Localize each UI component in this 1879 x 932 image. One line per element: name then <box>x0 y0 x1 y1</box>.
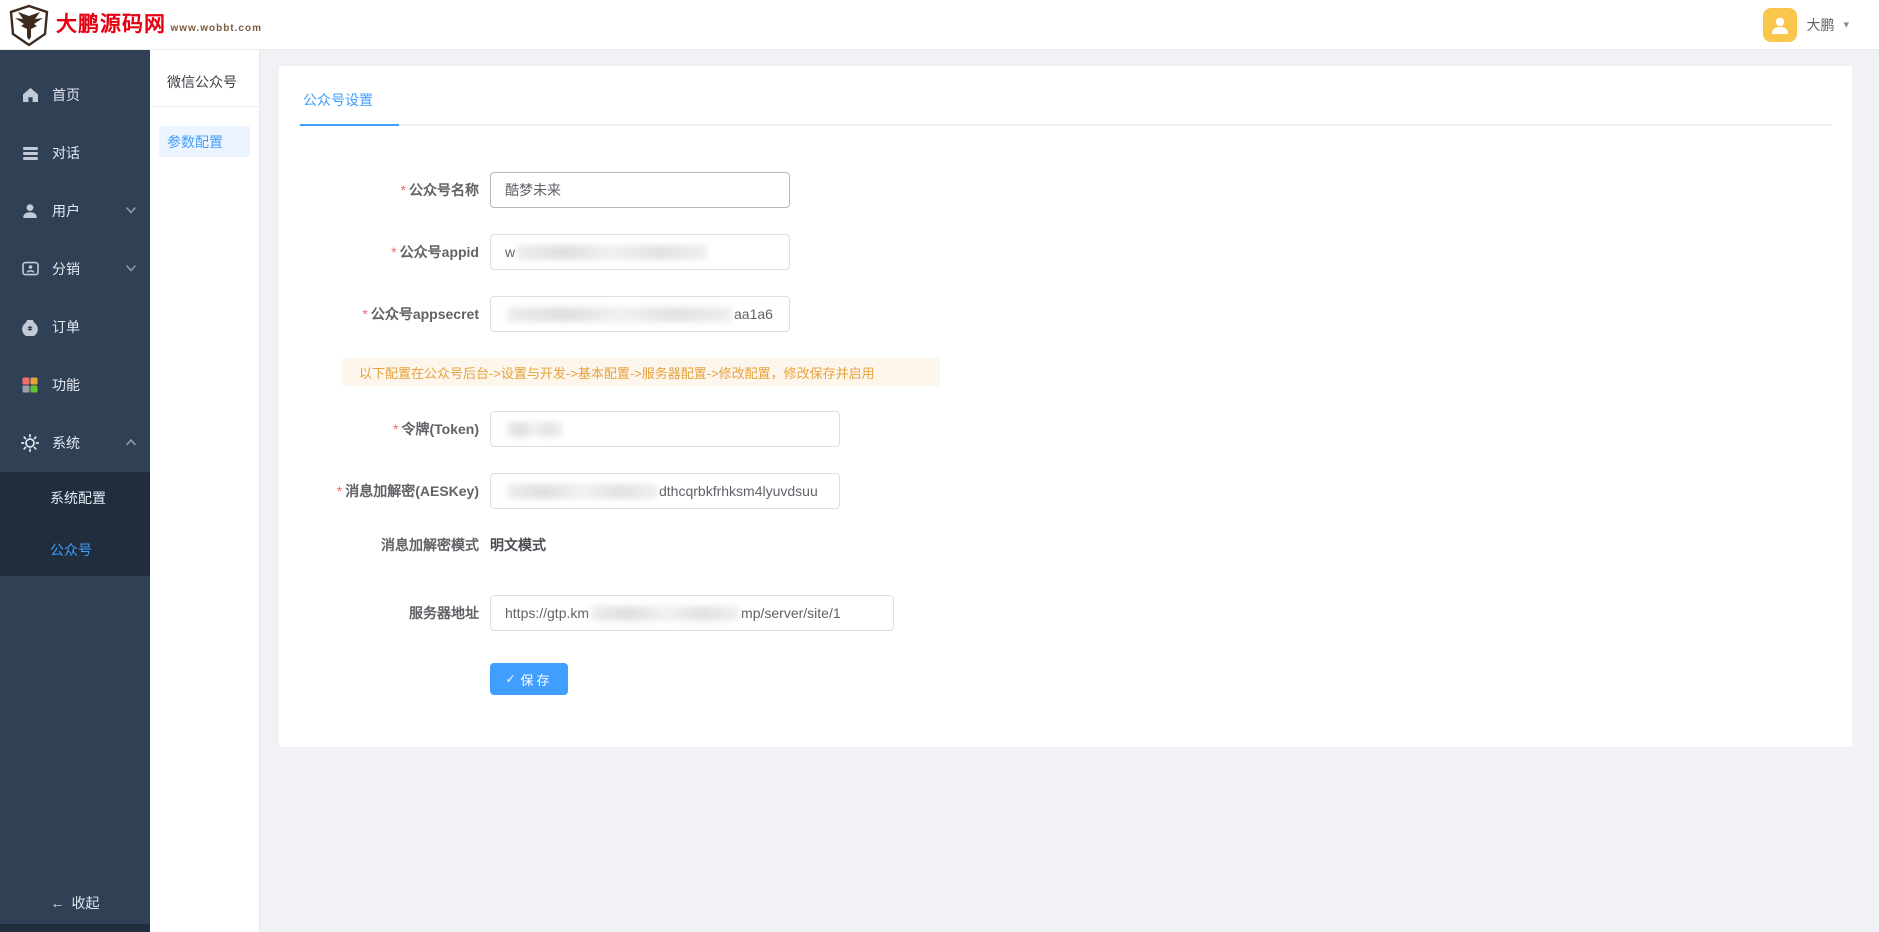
sidebar-item-users[interactable]: 用户 <box>0 182 150 240</box>
redacted-value <box>507 307 732 322</box>
redacted-value <box>517 245 707 260</box>
required-marker: * <box>393 421 398 437</box>
secondary-sidebar: 微信公众号 参数配置 <box>150 50 260 932</box>
settings-card: 公众号设置 *公众号名称 酷梦未来 *公众号appid w <box>279 66 1852 747</box>
sidebar-item-system-config[interactable]: 系统配置 <box>0 472 150 524</box>
required-marker: * <box>337 483 342 499</box>
server-url-input[interactable]: https://gtp.km mp/server/site/1 <box>490 595 894 631</box>
sidebar-item-orders[interactable]: 订单 <box>0 298 150 356</box>
logo[interactable]: 大鹏源码网 www.wobbt.com <box>8 4 262 46</box>
token-input[interactable] <box>490 411 840 447</box>
logo-title: 大鹏源码网 <box>56 13 166 36</box>
input-value: w <box>505 244 515 260</box>
form-row: 服务器地址 https://gtp.km mp/server/site/1 <box>299 595 1832 631</box>
field-label: *公众号名称 <box>299 180 490 200</box>
sidebar-item-system[interactable]: 系统 <box>0 414 150 472</box>
sidebar-item-label: 首页 <box>52 85 136 105</box>
encrypt-mode-value: 明文模式 <box>490 535 546 555</box>
form-actions: ✓ 保存 <box>490 657 1832 695</box>
sidebar-item-home[interactable]: 首页 <box>0 66 150 124</box>
sidebar-item-label: 系统 <box>52 433 126 453</box>
field-label: *令牌(Token) <box>299 419 490 439</box>
save-button[interactable]: ✓ 保存 <box>490 663 568 695</box>
home-icon <box>21 86 39 104</box>
tab-official-account-settings[interactable]: 公众号设置 <box>300 90 399 126</box>
chevron-down-icon: ▾ <box>1843 18 1849 31</box>
account-name-input[interactable]: 酷梦未来 <box>490 172 790 208</box>
aeskey-input[interactable]: dthcqrbkfrhksm4lyuvdsuu <box>490 473 840 509</box>
arrow-left-icon: ← <box>51 895 65 911</box>
gear-icon <box>21 434 39 452</box>
chevron-down-icon <box>126 207 136 215</box>
feature-grid-icon <box>21 376 39 394</box>
redacted-value <box>591 606 739 621</box>
sidebar-item-label: 订单 <box>52 317 136 337</box>
chevron-down-icon <box>126 265 136 273</box>
sidebar-collapse-button[interactable]: ← 收起 <box>0 882 150 924</box>
form-row: *公众号名称 酷梦未来 <box>299 172 1832 208</box>
appsecret-input[interactable]: aa1a6 <box>490 296 790 332</box>
required-marker: * <box>401 182 406 198</box>
chevron-up-icon <box>126 439 136 447</box>
divider <box>150 106 259 107</box>
appid-input[interactable]: w <box>490 234 790 270</box>
settings-form: *公众号名称 酷梦未来 *公众号appid w <box>299 126 1832 695</box>
redacted-value <box>507 484 657 499</box>
field-label: 消息加解密模式 <box>299 535 490 555</box>
user-icon <box>21 202 39 220</box>
sidebar-item-official-account[interactable]: 公众号 <box>0 524 150 576</box>
input-value: https://gtp.km <box>505 605 589 621</box>
form-row: *令牌(Token) <box>299 411 1832 447</box>
check-icon: ✓ <box>505 672 515 686</box>
user-name: 大鹏 <box>1806 15 1834 35</box>
tab-bar: 公众号设置 <box>299 90 1832 126</box>
input-value: dthcqrbkfrhksm4lyuvdsuu <box>659 483 818 499</box>
input-value: 酷梦未来 <box>505 180 561 200</box>
form-row: *公众号appsecret aa1a6 <box>299 296 1832 332</box>
system-submenu: 系统配置 公众号 <box>0 472 150 576</box>
avatar <box>1763 8 1797 42</box>
distribution-badge-icon <box>21 260 39 278</box>
required-marker: * <box>391 244 396 260</box>
primary-sidebar: 首页 对话 用户 <box>0 50 150 932</box>
field-label: *公众号appid <box>299 242 490 262</box>
secondary-sidebar-title: 微信公众号 <box>150 50 259 106</box>
required-marker: * <box>362 306 367 322</box>
config-notice-banner: 以下配置在公众号后台->设置与开发->基本配置->服务器配置->修改配置，修改保… <box>342 358 940 386</box>
main-content: 公众号设置 *公众号名称 酷梦未来 *公众号appid w <box>260 50 1879 932</box>
field-label: 服务器地址 <box>299 603 490 623</box>
money-bag-icon <box>21 318 39 336</box>
field-label: *消息加解密(AESKey) <box>299 481 490 501</box>
user-menu[interactable]: 大鹏 ▾ <box>1763 8 1849 42</box>
field-label: *公众号appsecret <box>299 304 490 324</box>
sidebar-item-label: 分销 <box>52 259 126 279</box>
sidebar-item-features[interactable]: 功能 <box>0 356 150 414</box>
form-row: *公众号appid w <box>299 234 1832 270</box>
app-header: 大鹏源码网 www.wobbt.com 大鹏 ▾ <box>0 0 1879 50</box>
sidebar-item-label: 用户 <box>52 201 126 221</box>
sidebar-item-chat[interactable]: 对话 <box>0 124 150 182</box>
sidebar-item-label: 功能 <box>52 375 136 395</box>
collapse-label: 收起 <box>72 893 100 913</box>
input-value: aa1a6 <box>734 306 773 322</box>
save-button-label: 保存 <box>521 670 553 689</box>
sidebar-item-label: 对话 <box>52 143 136 163</box>
sidebar-bottom-strip <box>0 924 150 932</box>
form-row: 消息加解密模式 明文模式 <box>299 535 1832 555</box>
input-value: mp/server/site/1 <box>741 605 841 621</box>
sidebar-menu: 首页 对话 用户 <box>0 50 150 472</box>
form-row: *消息加解密(AESKey) dthcqrbkfrhksm4lyuvdsuu <box>299 473 1832 509</box>
logo-subtitle: www.wobbt.com <box>170 23 262 34</box>
sidebar-item-distribution[interactable]: 分销 <box>0 240 150 298</box>
chat-lines-icon <box>21 144 39 162</box>
eagle-shield-logo-icon <box>8 4 50 46</box>
sidebar-spacer <box>0 576 150 882</box>
redacted-value <box>507 422 562 437</box>
subsidebar-item-param-config[interactable]: 参数配置 <box>159 126 250 157</box>
